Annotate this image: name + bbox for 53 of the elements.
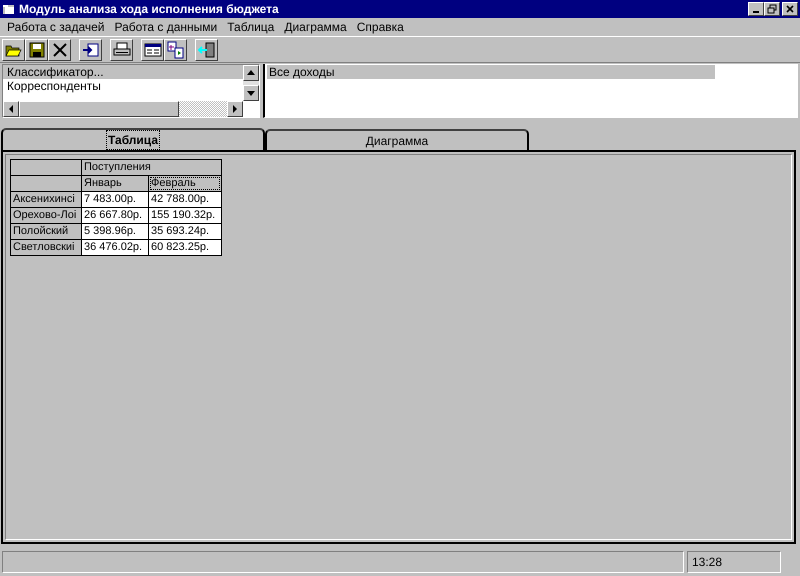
toolbar-button[interactable] xyxy=(141,38,164,60)
menu-item[interactable]: Справка xyxy=(352,18,409,36)
table-cell: 42 788.00р. xyxy=(149,192,221,207)
table-cell: 155 190.32р. xyxy=(149,208,221,223)
app-icon xyxy=(2,2,16,16)
column-header[interactable]: Февраль xyxy=(149,176,221,191)
window-title: Модуль анализа хода исполнения бюджета xyxy=(19,1,280,18)
horizontal-scrollbar[interactable] xyxy=(3,101,243,117)
minimize-icon xyxy=(753,11,759,13)
minimize-button[interactable] xyxy=(748,2,764,16)
documents-arrow-icon xyxy=(166,40,184,58)
table-cell: 26 667.80р. xyxy=(82,208,148,223)
right-arrow-icon xyxy=(231,104,239,114)
close-icon xyxy=(785,4,795,14)
status-time: 13:28 xyxy=(687,551,781,573)
menu-item[interactable]: Диаграмма xyxy=(279,18,352,36)
close-button[interactable] xyxy=(782,2,798,16)
up-arrow-icon xyxy=(245,68,257,78)
row-header: Светловскиі xyxy=(11,240,81,255)
down-arrow-icon xyxy=(245,88,257,98)
printer-icon xyxy=(112,40,130,58)
table-cell: 35 693.24р. xyxy=(149,224,221,239)
toolbar-button[interactable] xyxy=(110,38,133,60)
table-cell: 36 476.02р. xyxy=(82,240,148,255)
menu-item[interactable]: Работа с данными xyxy=(109,18,222,36)
menu-item[interactable]: Таблица xyxy=(222,18,280,36)
table-icon xyxy=(144,40,162,58)
row-header: Полойский xyxy=(11,224,81,239)
vertical-scrollbar[interactable] xyxy=(243,65,259,101)
menu-item[interactable]: Работа с задачей xyxy=(2,18,110,36)
arrow-into-document-icon xyxy=(82,40,100,58)
toolbar-button[interactable] xyxy=(195,38,218,60)
table-cell: 60 823.25р. xyxy=(149,240,221,255)
list-item[interactable]: Классификатор... xyxy=(3,65,243,79)
tab[interactable]: Диаграмма xyxy=(265,129,529,150)
door-arrow-icon xyxy=(198,40,216,58)
table-cell: 7 483.00р. xyxy=(82,192,148,207)
table-cell: 5 398.96р. xyxy=(82,224,148,239)
row-header: Аксенихинсі xyxy=(11,192,81,207)
row-header: Орехово-Лоі xyxy=(11,208,81,223)
list-item[interactable]: Все доходы xyxy=(267,65,715,79)
toolbar-button[interactable] xyxy=(79,38,102,60)
column-header[interactable]: Январь xyxy=(82,176,148,191)
column-header: Поступления xyxy=(82,160,221,175)
toolbar-button[interactable] xyxy=(164,38,187,60)
toolbar-button[interactable] xyxy=(48,38,71,60)
cross-icon xyxy=(50,40,68,58)
left-arrow-icon xyxy=(7,104,15,114)
restore-icon xyxy=(767,4,777,14)
restore-button[interactable] xyxy=(764,2,780,16)
toolbar-button[interactable] xyxy=(2,38,25,60)
tab[interactable]: Таблица xyxy=(1,128,265,150)
toolbar-button[interactable] xyxy=(25,38,48,60)
